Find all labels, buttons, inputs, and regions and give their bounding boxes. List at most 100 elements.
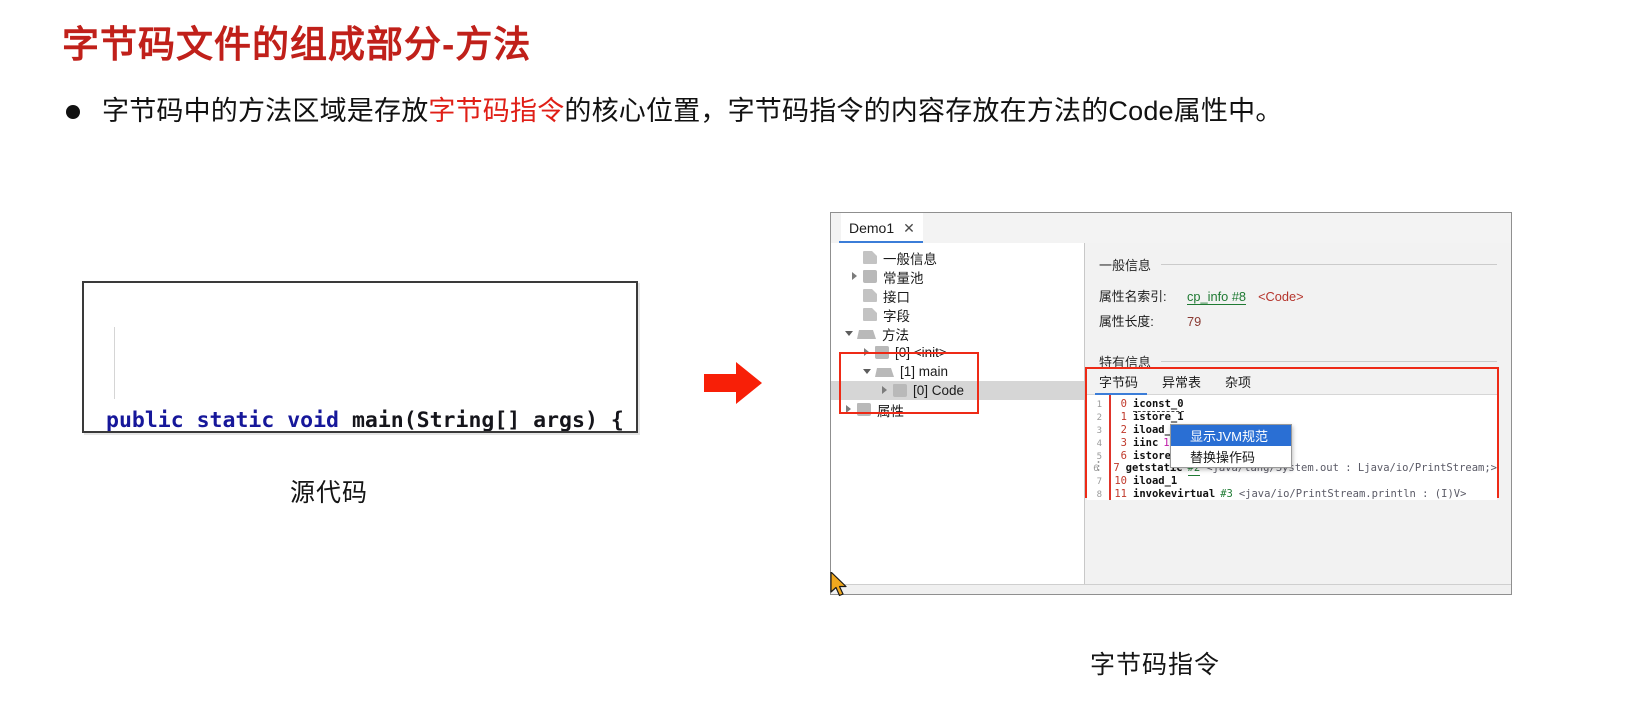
folder-icon (863, 270, 877, 283)
bytecode-row[interactable]: 1 0 iconst_0 (1087, 398, 1497, 412)
chevron-down-icon[interactable] (845, 329, 854, 338)
class-structure-tree[interactable]: 一般信息 常量池 接口 字段 方法 [0] <init> [1] main [0… (831, 243, 1085, 594)
folder-icon (875, 346, 889, 359)
bytecode-row[interactable]: 8 11 invokevirtual #3 <java/io/PrintStre… (1087, 488, 1497, 500)
tree-item-constant-pool[interactable]: 常量池 (831, 267, 1084, 286)
bytecode-row[interactable]: 5 6 istore_1 (1087, 450, 1497, 463)
instruction-offset: 11 (1114, 488, 1127, 500)
tree-item-label: 一般信息 (883, 251, 937, 267)
close-icon[interactable]: ✕ (903, 220, 915, 237)
constant-pool-ref[interactable]: #3 (1220, 488, 1233, 500)
tree-item-interfaces[interactable]: 接口 (831, 286, 1084, 305)
general-info-section-header: 一般信息 (1099, 255, 1497, 274)
tree-item-fields[interactable]: 字段 (831, 305, 1084, 324)
tree-item-label: 方法 (882, 327, 909, 343)
instruction-opcode[interactable]: invokevirtual (1133, 488, 1215, 500)
window-bottom-strip (831, 584, 1511, 594)
tree-item-label: 接口 (883, 289, 910, 305)
tab-exception-table[interactable]: 异常表 (1162, 372, 1201, 391)
code-signature: main(String[] args) { (351, 408, 624, 433)
bullet-text-highlight: 字节码指令 (428, 96, 565, 126)
tree-item-method-main[interactable]: [1] main (831, 362, 1084, 381)
gutter-accent-bar (1109, 395, 1111, 500)
jclasslib-window: Demo1 ✕ 一般信息 常量池 接口 字段 方法 [0] <init> [1]… (830, 212, 1512, 595)
context-menu-item-replace-opcode[interactable]: 替换操作码 (1171, 446, 1291, 467)
section-divider (1161, 361, 1497, 362)
window-body: 一般信息 常量池 接口 字段 方法 [0] <init> [1] main [0… (831, 243, 1511, 594)
instruction-opcode[interactable]: iconst_0 (1133, 398, 1184, 412)
chevron-right-icon[interactable] (851, 272, 860, 281)
code-indent-guide (114, 327, 115, 399)
context-menu-item-show-jvm-spec[interactable]: 显示JVM规范 (1171, 425, 1291, 446)
tree-item-label: 属性 (877, 403, 904, 419)
instruction-offset: 1 (1120, 410, 1127, 423)
bytecode-row[interactable]: 4 3 iinc 1 by 1 (1087, 437, 1497, 450)
drag-grip-icon[interactable] (1097, 460, 1100, 473)
source-code-card: public static void main(String[] args) {… (82, 281, 638, 433)
instruction-offset: 0 (1120, 398, 1127, 410)
section-divider (1161, 264, 1497, 265)
tab-misc[interactable]: 杂项 (1225, 372, 1251, 391)
bytecode-row[interactable]: 6 7 getstatic #2 <java/lang/System.out :… (1087, 462, 1497, 477)
code-keyword: public static void (106, 408, 352, 433)
twisty-none (851, 310, 860, 319)
tree-item-attributes[interactable]: 属性 (831, 400, 1084, 419)
line-number: 4 (1096, 438, 1102, 449)
page-title: 字节码文件的组成部分-方法 (62, 24, 532, 65)
tree-item-label: [1] main (900, 364, 949, 379)
bytecode-instruction-list[interactable]: 1 0 iconst_0 2 1 istore_1 3 2 iload_1 4 … (1087, 395, 1497, 500)
tree-item-code-attribute[interactable]: [0] Code (831, 381, 1084, 400)
bytecode-tabstrip: 字节码 异常表 杂项 (1087, 369, 1497, 395)
cp-info-link[interactable]: cp_info #8 (1187, 289, 1247, 305)
tree-item-methods[interactable]: 方法 (831, 324, 1084, 343)
folder-open-icon (857, 330, 876, 339)
line-number: 7 (1096, 477, 1102, 488)
instruction-opcode[interactable]: iinc (1133, 437, 1158, 450)
bytecode-row[interactable]: 3 2 iload_1 (1087, 424, 1497, 437)
source-code-text: public static void main(String[] args) {… (84, 283, 636, 433)
instruction-offset: 10 (1114, 475, 1127, 488)
attribute-name-index-row: 属性名索引: cp_info #8 <Code> (1099, 286, 1497, 305)
twisty-none (851, 253, 860, 262)
chevron-down-icon[interactable] (863, 367, 872, 376)
instruction-opcode[interactable]: iload_1 (1133, 475, 1177, 488)
line-number: 1 (1096, 400, 1102, 410)
instruction-opcode[interactable]: istore_1 (1133, 411, 1184, 424)
bytecode-row[interactable]: 2 1 istore_1 (1087, 411, 1497, 424)
line-number: 2 (1096, 412, 1102, 423)
tree-item-label: 常量池 (883, 270, 924, 286)
document-icon (863, 308, 877, 321)
window-tabstrip: Demo1 ✕ (831, 213, 1511, 244)
attribute-length-row: 属性长度: 79 (1099, 311, 1497, 330)
mouse-cursor-icon (830, 572, 847, 597)
tab-demo1[interactable]: Demo1 ✕ (841, 213, 923, 243)
tree-item-label: [0] Code (913, 383, 965, 398)
chevron-right-icon[interactable] (863, 348, 872, 357)
attribute-name-value: <Code> (1258, 289, 1304, 304)
chevron-right-icon[interactable] (845, 405, 854, 414)
bullet-text-before: 字节码中的方法区域是存放 (102, 96, 429, 126)
instruction-offset: 2 (1120, 423, 1127, 436)
bytecode-row[interactable]: 7 10 iload_1 (1087, 475, 1497, 488)
bullet-text: 字节码中的方法区域是存放字节码指令的核心位置，字节码指令的内容存放在方法的Cod… (102, 92, 1283, 130)
line-number: 3 (1096, 425, 1102, 436)
bytecode-panel: 字节码 异常表 杂项 1 0 iconst_0 2 1 istore_1 3 2… (1085, 367, 1499, 500)
folder-icon (893, 384, 907, 397)
tree-item-general-info[interactable]: 一般信息 (831, 248, 1084, 267)
red-arrow-icon (704, 362, 762, 404)
tab-label: Demo1 (849, 220, 895, 236)
instruction-offset: 3 (1120, 436, 1127, 449)
twisty-none (851, 291, 860, 300)
context-menu[interactable]: 显示JVM规范 替换操作码 (1170, 424, 1292, 468)
general-info-title: 一般信息 (1099, 258, 1152, 273)
bullet-text-after: 的核心位置，字节码指令的内容存放在方法的Code属性中。 (564, 96, 1283, 126)
document-icon (863, 289, 877, 302)
tab-bytecode[interactable]: 字节码 (1099, 372, 1138, 391)
tree-item-label: [0] <init> (895, 345, 947, 360)
caption-bytecode-instructions: 字节码指令 (1090, 651, 1221, 679)
caption-source-code: 源代码 (290, 479, 369, 507)
tree-item-method-init[interactable]: [0] <init> (831, 343, 1084, 362)
chevron-right-icon[interactable] (881, 386, 890, 395)
bullet-line: 字节码中的方法区域是存放字节码指令的核心位置，字节码指令的内容存放在方法的Cod… (66, 92, 1283, 130)
attribute-detail-pane: 一般信息 属性名索引: cp_info #8 <Code> 属性长度: 79 特… (1085, 243, 1511, 594)
